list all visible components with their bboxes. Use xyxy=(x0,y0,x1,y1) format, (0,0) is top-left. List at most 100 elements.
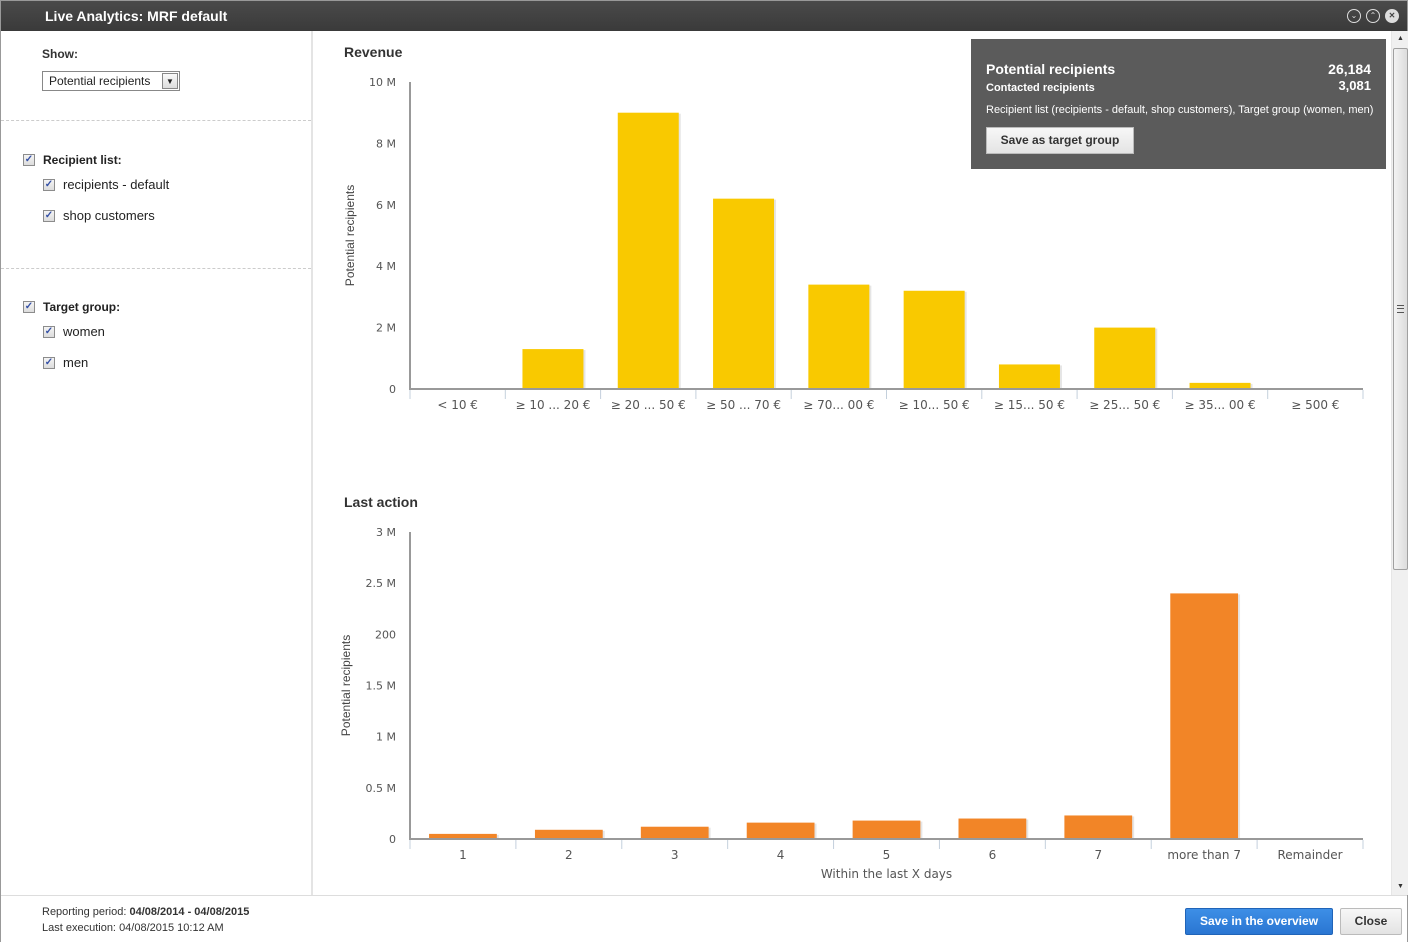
filter-sidebar: Show: Potential recipients ▼ ✓ Recipient… xyxy=(1,31,313,895)
contacted-recipients-value: 3,081 xyxy=(1338,78,1371,93)
shop-customers-label: shop customers xyxy=(63,208,155,223)
last-action-bar xyxy=(1170,593,1239,839)
last-action-x-tick-label: Remainder xyxy=(1278,848,1343,862)
recipients-default-checkbox[interactable]: ✓ recipients - default xyxy=(43,177,169,192)
reporting-period-value: 04/08/2014 - 04/08/2015 xyxy=(129,906,250,918)
revenue-x-tick-label: ≥ 15... 50 € xyxy=(994,398,1065,412)
filter-description: Recipient list (recipients - default, sh… xyxy=(986,104,1374,116)
live-analytics-window: Live Analytics: MRF default ⌄ ⌃ ✕ Show: … xyxy=(0,0,1408,942)
checkbox-checked-icon[interactable]: ✓ xyxy=(43,209,55,222)
revenue-bar xyxy=(998,364,1060,389)
footer: Reporting period: 04/08/2014 - 04/08/201… xyxy=(1,895,1407,942)
shop-customers-checkbox[interactable]: ✓ shop customers xyxy=(43,208,155,223)
women-checkbox[interactable]: ✓ women xyxy=(43,324,105,339)
dropdown-arrow-icon[interactable]: ▼ xyxy=(162,73,178,89)
revenue-x-tick-label: ≥ 70... 00 € xyxy=(803,398,874,412)
men-checkbox[interactable]: ✓ men xyxy=(43,355,88,370)
title-bar: Live Analytics: MRF default ⌄ ⌃ ✕ xyxy=(1,1,1407,31)
last-execution: Last execution: 04/08/2015 10:12 AM xyxy=(42,922,224,934)
reporting-period-label: Reporting period: xyxy=(42,906,130,918)
last-action-x-tick-label: 7 xyxy=(1094,848,1102,862)
checkbox-checked-icon[interactable]: ✓ xyxy=(43,356,55,369)
revenue-x-tick-label: ≥ 20 ... 50 € xyxy=(611,398,686,412)
last-execution-label: Last execution: xyxy=(42,922,120,934)
revenue-y-tick-label: 10 M xyxy=(369,76,396,89)
last-action-bar xyxy=(1064,815,1133,839)
last-action-y-tick-label: 0 xyxy=(389,833,396,846)
close-button[interactable]: Close xyxy=(1340,908,1402,935)
last-action-y-tick-label: 1 M xyxy=(376,731,396,744)
target-group-label: Target group: xyxy=(43,300,121,314)
last-action-bar xyxy=(852,820,921,839)
last-action-bar xyxy=(746,822,815,839)
checkbox-checked-icon[interactable]: ✓ xyxy=(43,178,55,191)
potential-recipients-value: 26,184 xyxy=(1328,61,1371,77)
last-action-y-axis-label: Potential recipients xyxy=(339,635,353,736)
revenue-y-axis-label: Potential recipients xyxy=(343,185,357,286)
show-select-value: Potential recipients xyxy=(49,74,151,88)
men-label: men xyxy=(63,355,89,370)
last-action-y-tick-label: 200 xyxy=(375,628,396,641)
last-action-x-tick-label: 6 xyxy=(989,848,997,862)
checkbox-checked-icon[interactable]: ✓ xyxy=(23,301,35,313)
recipient-list-label: Recipient list: xyxy=(43,153,122,167)
window-title: Live Analytics: MRF default xyxy=(45,8,228,24)
vertical-scrollbar[interactable]: ▲ ▼ xyxy=(1391,31,1408,895)
revenue-y-tick-label: 4 M xyxy=(376,260,396,273)
revenue-x-tick-label: ≥ 50 ... 70 € xyxy=(706,398,781,412)
close-icon[interactable]: ✕ xyxy=(1385,9,1399,23)
last-action-x-axis-label: Within the last X days xyxy=(821,867,952,881)
divider xyxy=(1,268,311,269)
revenue-y-tick-label: 6 M xyxy=(376,199,396,212)
revenue-x-tick-label: ≥ 10... 50 € xyxy=(899,398,970,412)
last-action-x-tick-label: 5 xyxy=(883,848,891,862)
last-action-y-tick-label: 0.5 M xyxy=(366,782,396,795)
last-action-y-tick-label: 3 M xyxy=(376,526,396,539)
last-action-x-tick-label: more than 7 xyxy=(1167,848,1241,862)
summary-tooltip: Potential recipients 26,184 Contacted re… xyxy=(971,39,1386,169)
last-action-x-tick-label: 4 xyxy=(777,848,785,862)
last-action-y-tick-label: 1.5 M xyxy=(366,680,396,693)
revenue-x-tick-label: ≥ 500 € xyxy=(1291,398,1339,412)
revenue-y-tick-label: 0 xyxy=(389,383,396,396)
last-action-y-tick-label: 2.5 M xyxy=(366,577,396,590)
revenue-y-tick-label: 2 M xyxy=(376,322,396,335)
scrollbar-thumb[interactable] xyxy=(1393,48,1408,570)
last-action-x-tick-label: 2 xyxy=(565,848,573,862)
scroll-down-arrow-icon[interactable]: ▼ xyxy=(1392,879,1408,895)
revenue-y-tick-label: 8 M xyxy=(376,137,396,150)
checkbox-checked-icon[interactable]: ✓ xyxy=(43,325,55,338)
window-controls: ⌄ ⌃ ✕ xyxy=(1347,9,1399,23)
collapse-icon[interactable]: ⌄ xyxy=(1347,9,1361,23)
checkbox-checked-icon[interactable]: ✓ xyxy=(23,154,35,166)
revenue-x-tick-label: ≥ 25... 50 € xyxy=(1089,398,1160,412)
revenue-bar xyxy=(903,290,965,389)
save-in-overview-button[interactable]: Save in the overview xyxy=(1185,908,1333,935)
revenue-bar xyxy=(522,349,584,389)
scroll-up-arrow-icon[interactable]: ▲ xyxy=(1392,31,1408,47)
show-label: Show: xyxy=(42,47,78,61)
expand-icon[interactable]: ⌃ xyxy=(1366,9,1380,23)
show-select[interactable]: Potential recipients ▼ xyxy=(42,71,180,91)
revenue-x-tick-label: ≥ 10 ... 20 € xyxy=(515,398,590,412)
revenue-bar xyxy=(1094,327,1156,389)
potential-recipients-label: Potential recipients xyxy=(986,61,1116,77)
last-action-bar xyxy=(534,829,603,839)
revenue-bar xyxy=(713,198,775,389)
grip-icon xyxy=(1397,305,1404,313)
women-label: women xyxy=(63,324,105,339)
divider xyxy=(1,120,311,121)
last-action-bar xyxy=(958,818,1027,839)
last-action-bar xyxy=(640,826,709,839)
last-action-x-tick-label: 1 xyxy=(459,848,467,862)
target-group-checkbox[interactable]: ✓ Target group: xyxy=(23,300,120,314)
revenue-x-tick-label: < 10 € xyxy=(437,398,478,412)
recipient-list-group-checkbox[interactable]: ✓ Recipient list: xyxy=(23,153,122,167)
revenue-bar xyxy=(617,112,679,389)
last-execution-value: 04/08/2015 10:12 AM xyxy=(119,922,224,934)
contacted-recipients-label: Contacted recipients xyxy=(986,82,1095,94)
save-as-target-group-button[interactable]: Save as target group xyxy=(986,127,1134,154)
last-action-x-tick-label: 3 xyxy=(671,848,679,862)
reporting-period: Reporting period: 04/08/2014 - 04/08/201… xyxy=(42,906,249,918)
revenue-bar xyxy=(808,284,870,389)
